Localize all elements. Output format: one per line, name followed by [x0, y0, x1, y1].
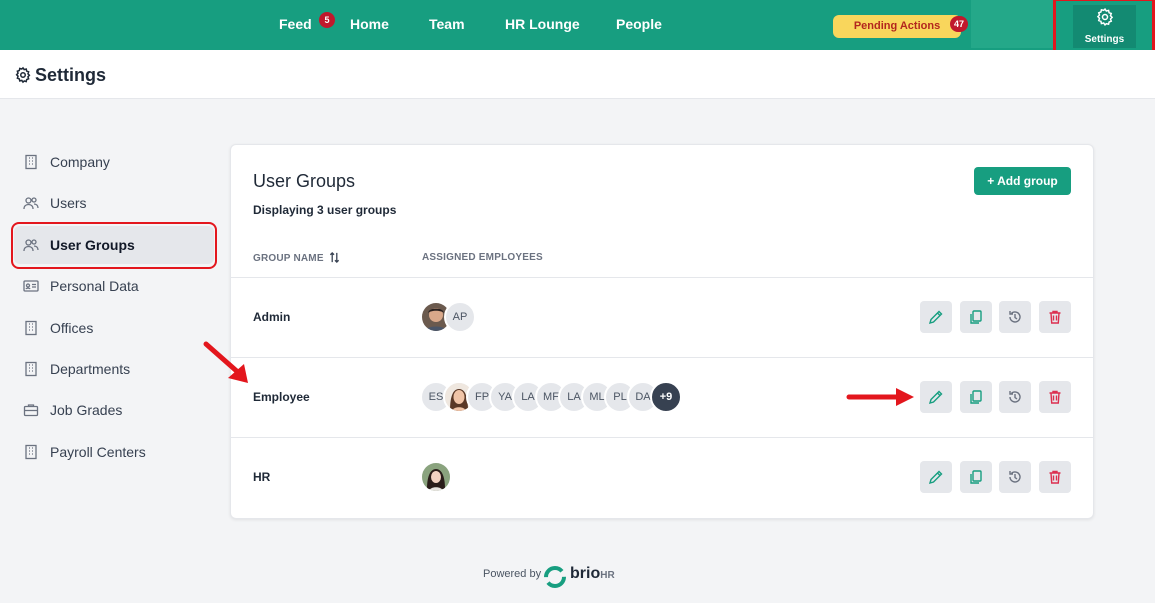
avatar[interactable]: AP: [444, 301, 476, 333]
users-icon: [23, 197, 39, 210]
history-icon: [1009, 311, 1021, 323]
history-button[interactable]: [999, 301, 1031, 333]
column-header-group-name[interactable]: GROUP NAME: [253, 252, 340, 264]
column-header-assigned-employees: ASSIGNED EMPLOYEES: [422, 252, 543, 263]
nav-feed[interactable]: Feed: [279, 16, 312, 32]
feed-count-badge: 5: [319, 12, 335, 28]
pencil-icon: [928, 390, 943, 405]
building-icon: [25, 320, 37, 336]
duplicate-button[interactable]: [960, 461, 992, 493]
sidebar-item-offices[interactable]: Offices: [14, 309, 214, 347]
briohr-logo-icon: [544, 566, 566, 588]
group-name: Employee: [253, 390, 310, 404]
trash-icon: [1049, 390, 1061, 404]
copy-icon: [970, 310, 982, 324]
group-name: Admin: [253, 310, 291, 324]
edit-button[interactable]: [920, 381, 952, 413]
delete-button[interactable]: [1039, 461, 1071, 493]
copy-icon: [970, 470, 982, 484]
annotation-arrow-right: [846, 388, 914, 406]
table-row: Admin AP: [231, 277, 1093, 357]
sidebar-item-personal-data[interactable]: Personal Data: [14, 267, 214, 305]
sidebar-item-label: Personal Data: [50, 278, 139, 294]
page-title: Settings: [35, 65, 107, 85]
history-icon: [1009, 391, 1021, 403]
gear-icon: [15, 66, 31, 84]
page-header: Settings: [0, 50, 1155, 99]
sidebar-item-departments[interactable]: Departments: [14, 350, 214, 388]
nav-feed-label: Feed: [279, 16, 312, 32]
duplicate-button[interactable]: [960, 301, 992, 333]
pencil-icon: [928, 310, 943, 325]
sidebar-item-payroll-centers[interactable]: Payroll Centers: [14, 433, 214, 471]
avatar[interactable]: [420, 461, 452, 493]
table-row: Employee ES FP YA LA MF LA ML PL DA +9: [231, 357, 1093, 437]
table-row: HR: [231, 437, 1093, 517]
sidebar-item-label: Offices: [50, 320, 94, 336]
sidebar-item-label: Company: [50, 154, 110, 170]
delete-button[interactable]: [1039, 381, 1071, 413]
pending-actions-button[interactable]: Pending Actions: [833, 15, 961, 38]
pending-actions-label: Pending Actions: [853, 20, 941, 32]
nav-team[interactable]: Team: [429, 16, 465, 32]
sidebar-item-company[interactable]: Company: [14, 143, 214, 181]
nav-hr-lounge[interactable]: HR Lounge: [505, 16, 580, 32]
sidebar-item-label: Payroll Centers: [50, 444, 146, 460]
more-avatars-count[interactable]: +9: [650, 381, 682, 413]
pending-count-badge: 47: [950, 16, 968, 32]
sort-icon: [329, 252, 339, 263]
trash-icon: [1049, 310, 1061, 324]
history-button[interactable]: [999, 381, 1031, 413]
trash-icon: [1049, 470, 1061, 484]
history-button[interactable]: [999, 461, 1031, 493]
top-navigation-bar: Feed 5 Home Team HR Lounge People Pendin…: [0, 0, 1155, 50]
briefcase-icon: [23, 404, 39, 417]
footer: Powered by brioHR: [483, 565, 615, 588]
nav-home[interactable]: Home: [350, 16, 389, 32]
edit-button[interactable]: [920, 301, 952, 333]
building-icon: [25, 361, 37, 377]
topbar-placeholder: [971, 0, 1056, 48]
column-header-label: GROUP NAME: [253, 253, 324, 264]
pencil-icon: [928, 470, 943, 485]
user-groups-card: User Groups Displaying 3 user groups + A…: [230, 144, 1094, 519]
building-icon: [25, 154, 37, 170]
annotation-arrow-diagonal: [203, 341, 248, 383]
copy-icon: [970, 390, 982, 404]
id-card-icon: [23, 280, 39, 292]
nav-people[interactable]: People: [616, 16, 662, 32]
sidebar-item-label: Users: [50, 195, 87, 211]
sidebar-item-users[interactable]: Users: [14, 184, 214, 222]
card-subtitle: Displaying 3 user groups: [253, 203, 397, 217]
user-groups-highlight-box: [11, 222, 217, 269]
delete-button[interactable]: [1039, 301, 1071, 333]
group-name: HR: [253, 470, 271, 484]
powered-by-text: Powered by: [483, 568, 542, 580]
card-title: User Groups: [253, 171, 356, 191]
history-icon: [1009, 471, 1021, 483]
sidebar-item-job-grades[interactable]: Job Grades: [14, 391, 214, 429]
duplicate-button[interactable]: [960, 381, 992, 413]
add-group-button[interactable]: + Add group: [974, 167, 1071, 195]
sidebar-item-label: Departments: [50, 361, 131, 377]
sidebar-item-label: Job Grades: [50, 402, 123, 418]
edit-button[interactable]: [920, 461, 952, 493]
building-icon: [25, 444, 37, 460]
brand-logo-text: brioHR: [570, 565, 615, 582]
